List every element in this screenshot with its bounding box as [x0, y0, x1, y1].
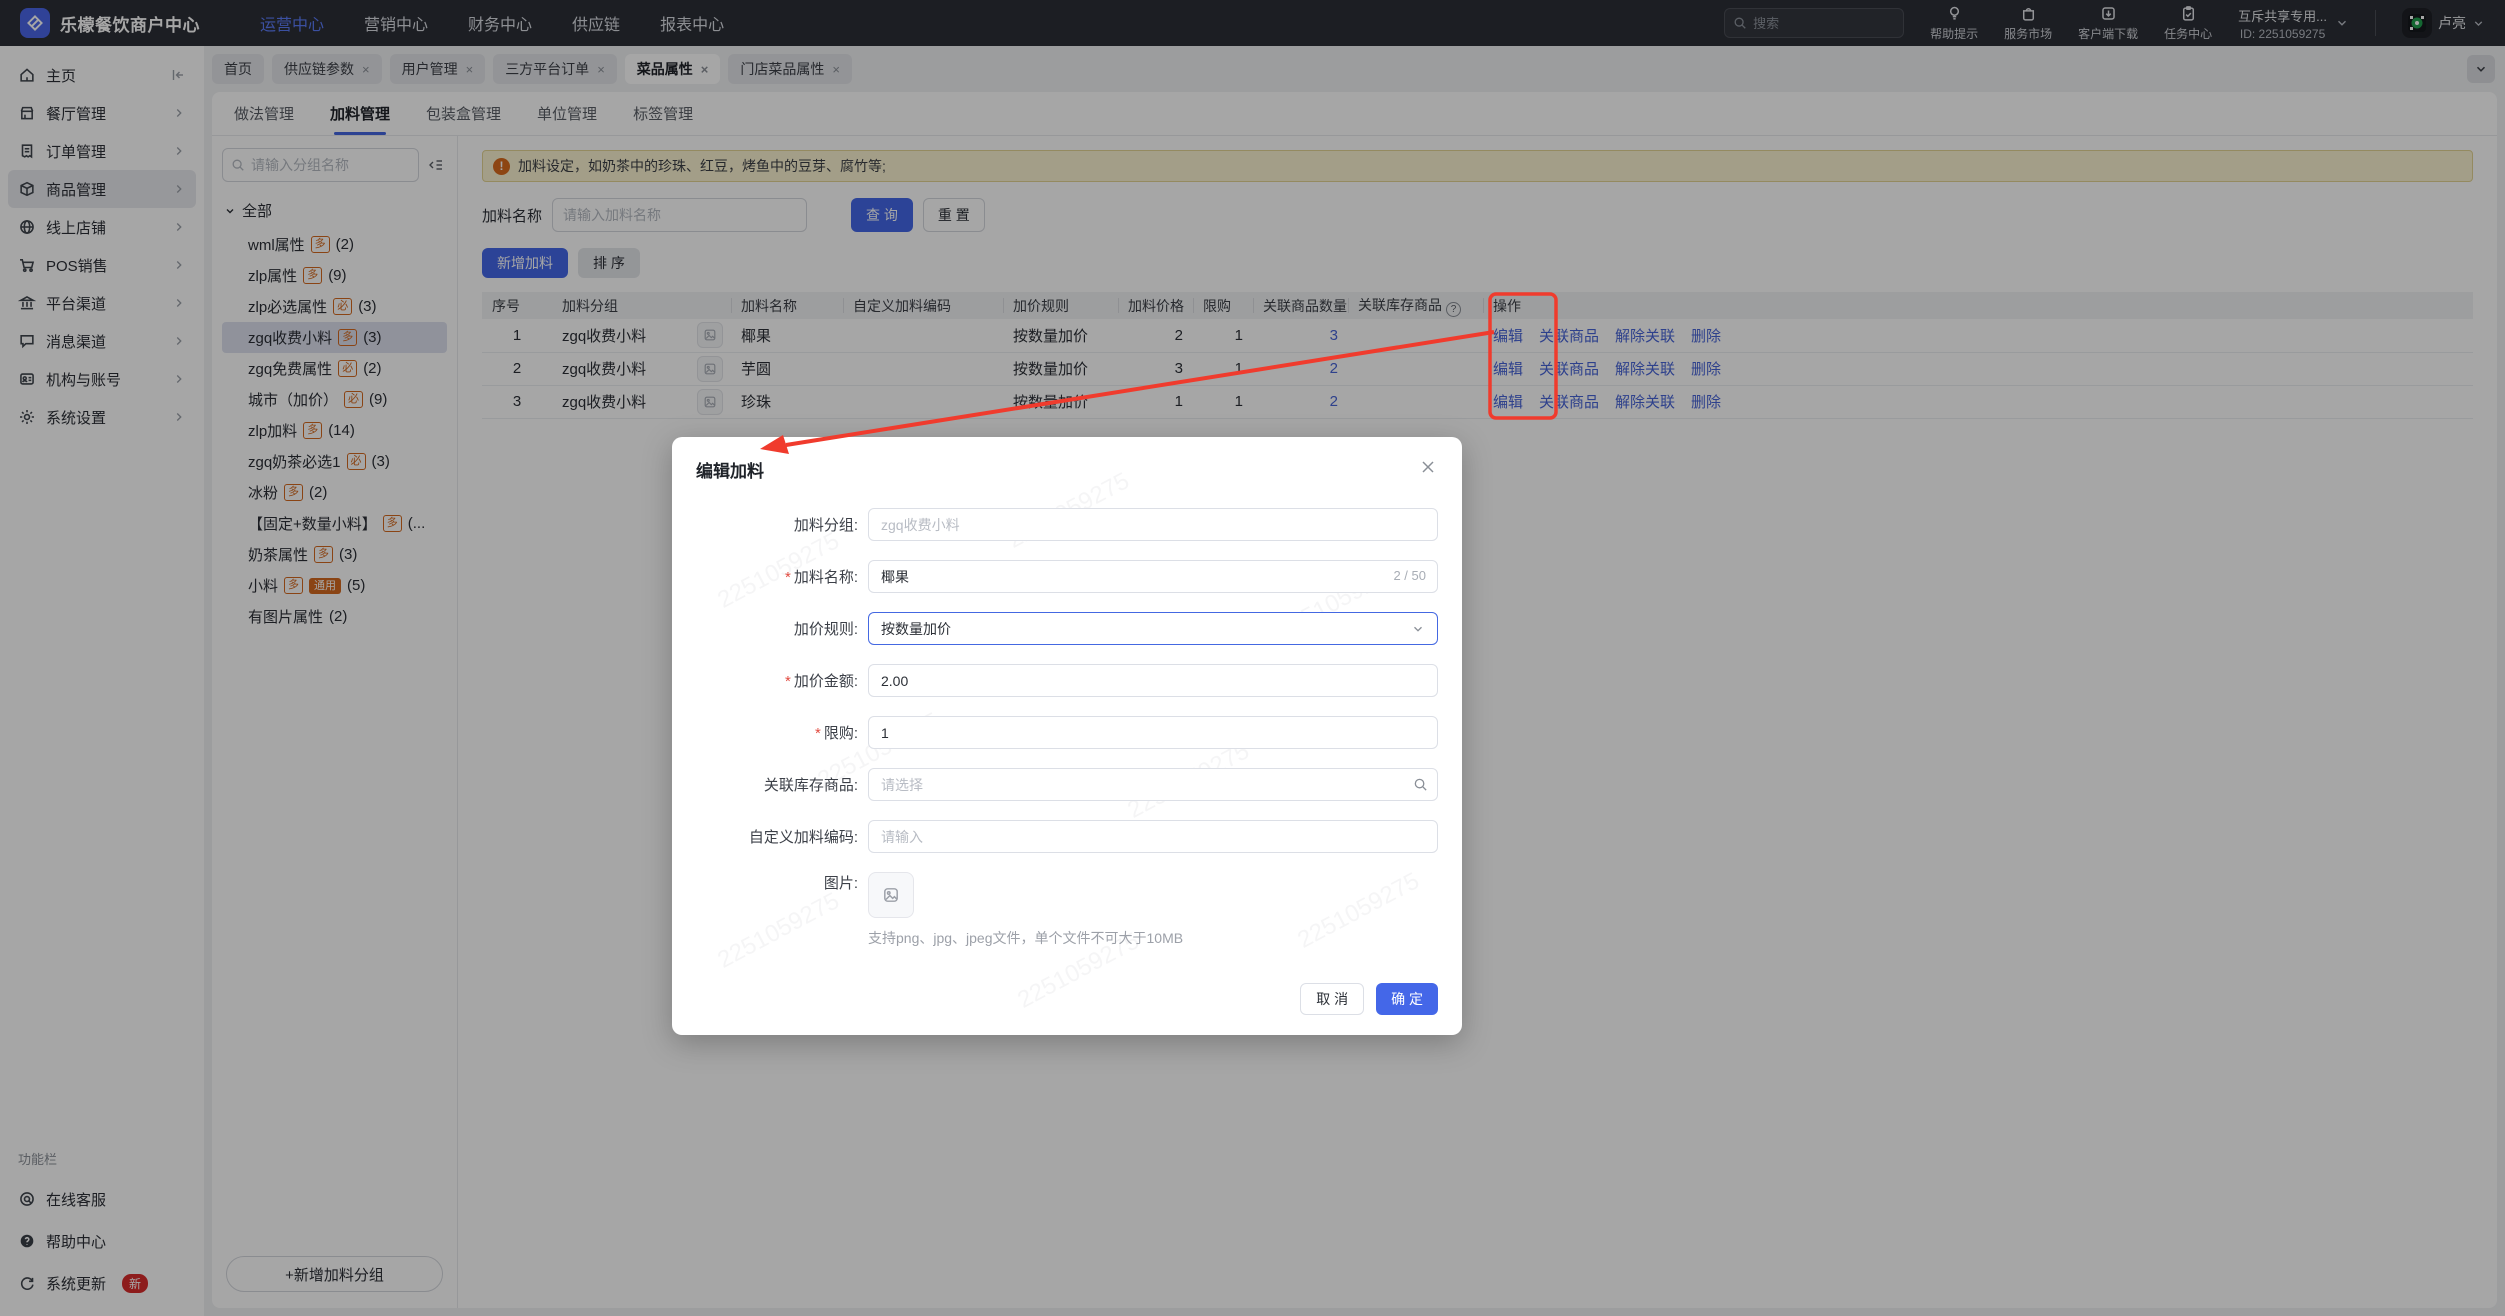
limit-field-label: * 限购: [814, 725, 858, 742]
rule-field-label: 加价规则: [793, 621, 858, 638]
stock-product-select[interactable] [868, 768, 1438, 801]
stock-field-label: 关联库存商品: [763, 777, 858, 794]
name-field-label: * 加料名称: [784, 569, 858, 586]
group-field-label: 加料分组: [793, 517, 858, 534]
cancel-button[interactable]: 取 消 [1300, 983, 1365, 1015]
custom-code-field[interactable] [868, 820, 1438, 853]
char-counter: 2 / 50 [1393, 568, 1426, 583]
amount-field[interactable] [868, 664, 1438, 697]
image-icon [884, 888, 898, 902]
amount-field-label: * 加价金额: [784, 673, 858, 690]
close-icon[interactable] [1418, 457, 1438, 477]
name-field[interactable] [868, 560, 1438, 593]
limit-field[interactable] [868, 716, 1438, 749]
dialog-title: 编辑加料 [696, 462, 764, 481]
group-field[interactable] [868, 508, 1438, 541]
edit-topping-dialog: 2251059275 2251059275 2251059275 2251059… [672, 437, 1462, 1035]
pricing-rule-select[interactable]: 按数量加价 [868, 612, 1438, 645]
image-field-label: 图片: [823, 875, 858, 892]
upload-hint: 支持png、jpg、jpeg文件，单个文件不可大于10MB [868, 930, 1184, 946]
confirm-button[interactable]: 确 定 [1376, 983, 1438, 1015]
code-field-label: 自定义加料编码: [748, 829, 858, 846]
search-icon [1413, 777, 1428, 792]
image-upload-button[interactable] [868, 872, 914, 918]
chevron-down-icon [1411, 622, 1425, 636]
